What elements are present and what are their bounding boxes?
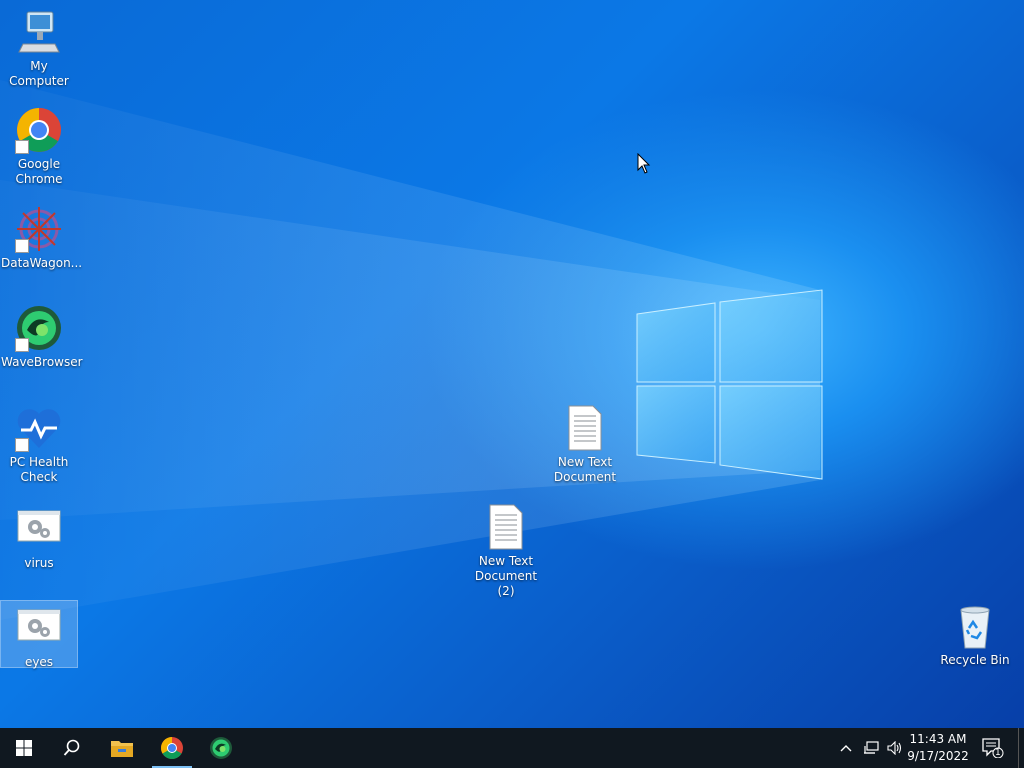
text-file-icon bbox=[482, 503, 530, 551]
desktop-icon-label: New Text Document (2) bbox=[474, 554, 538, 598]
chrome-taskbar-button[interactable] bbox=[148, 728, 196, 768]
recycle-bin-icon bbox=[951, 602, 999, 650]
clock-date[interactable]: 9/17/2022 bbox=[902, 748, 974, 764]
action-center-button[interactable]: 1 bbox=[978, 728, 1008, 768]
file-explorer-icon bbox=[111, 741, 133, 757]
wavebrowser-icon bbox=[15, 304, 63, 352]
clock-time[interactable]: 11:43 AM bbox=[902, 731, 974, 747]
shortcut-arrow-icon bbox=[15, 140, 29, 154]
text-file-icon bbox=[561, 404, 609, 452]
desktop-icon-label: virus bbox=[24, 556, 54, 570]
show-hidden-icons-button[interactable] bbox=[836, 728, 856, 768]
file-explorer-button[interactable] bbox=[98, 728, 146, 768]
notification-count-badge: 1 bbox=[995, 748, 1001, 758]
network-button[interactable] bbox=[860, 728, 882, 768]
desktop-icon-my-computer[interactable]: My Computer bbox=[1, 8, 77, 89]
chevron-up-icon bbox=[840, 745, 852, 752]
desktop-icon-label: PC Health Check bbox=[9, 455, 69, 484]
datawagon-icon bbox=[15, 205, 63, 253]
mouse-cursor-icon bbox=[637, 153, 651, 174]
desktop-icon-datawagon[interactable]: DataWagon... bbox=[1, 205, 83, 271]
chrome-icon bbox=[15, 106, 63, 154]
desktop-icon-google-chrome[interactable]: Google Chrome bbox=[1, 106, 77, 187]
search-icon bbox=[63, 739, 80, 756]
wavebrowser-icon bbox=[210, 737, 232, 759]
chrome-icon bbox=[161, 737, 183, 759]
shortcut-arrow-icon bbox=[15, 239, 29, 253]
desktop-icon-new-text-document[interactable]: New Text Document bbox=[547, 404, 623, 485]
shortcut-arrow-icon bbox=[15, 338, 29, 352]
desktop-icon-label: WaveBrowser bbox=[1, 355, 83, 369]
desktop-icon-label: Google Chrome bbox=[15, 157, 63, 186]
executable-gear-icon bbox=[15, 604, 63, 652]
search-button[interactable] bbox=[48, 728, 96, 768]
show-desktop-button[interactable] bbox=[1018, 728, 1024, 768]
windows-wallpaper bbox=[0, 80, 823, 620]
start-icon bbox=[16, 740, 32, 756]
shortcut-arrow-icon bbox=[15, 438, 29, 452]
executable-gear-icon bbox=[15, 505, 63, 553]
desktop-background[interactable]: My Computer Google Chrome DataWagon... W… bbox=[0, 0, 1024, 728]
network-icon bbox=[864, 741, 879, 754]
desktop-icon-label: DataWagon... bbox=[1, 256, 83, 270]
heart-pulse-icon bbox=[15, 404, 63, 452]
desktop-icon-new-text-document-2[interactable]: New Text Document (2) bbox=[468, 503, 544, 599]
desktop-icon-eyes[interactable]: eyes bbox=[0, 600, 78, 669]
desktop-icon-label: eyes bbox=[24, 655, 54, 669]
desktop-icon-wavebrowser[interactable]: WaveBrowser bbox=[1, 304, 83, 370]
desktop-icon-label: Recycle Bin bbox=[940, 653, 1010, 667]
computer-icon bbox=[15, 8, 63, 56]
wavebrowser-taskbar-button[interactable] bbox=[197, 728, 245, 768]
desktop-icon-label: New Text Document bbox=[553, 455, 617, 484]
desktop-icon-label: My Computer bbox=[9, 59, 69, 88]
start-button[interactable] bbox=[0, 728, 48, 768]
taskbar: 11:43 AM 9/17/2022 1 bbox=[0, 728, 1024, 768]
desktop-icon-recycle-bin[interactable]: Recycle Bin bbox=[937, 602, 1013, 668]
speaker-icon bbox=[887, 741, 902, 755]
desktop-icon-pc-health-check[interactable]: PC Health Check bbox=[1, 404, 77, 485]
desktop-icon-virus[interactable]: virus bbox=[1, 505, 77, 571]
